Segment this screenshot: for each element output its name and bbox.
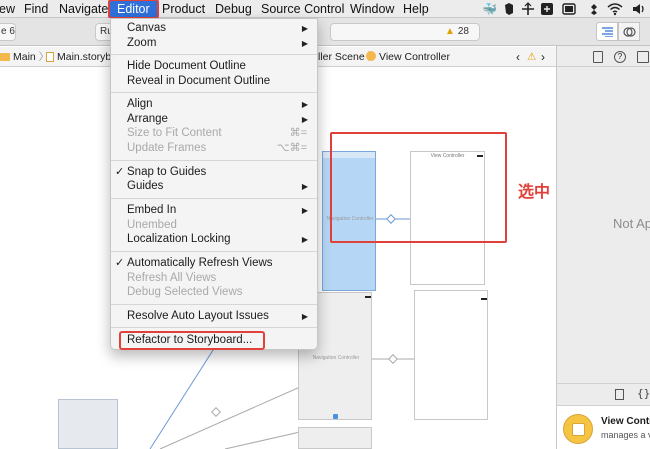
menu-separator	[111, 198, 317, 199]
shortcut-label: ⌘=	[289, 127, 307, 139]
menu-item-refresh-all-views[interactable]: Refresh All Views	[111, 271, 317, 286]
menu-item-guides[interactable]: Guides ▶	[111, 179, 317, 194]
checkmark-icon: ✓	[115, 166, 125, 178]
menu-item-resolve-auto-layout-issues[interactable]: Resolve Auto Layout Issues ▶	[111, 309, 317, 324]
battery-icon	[365, 296, 371, 298]
menu-product[interactable]: Product	[162, 0, 205, 18]
menu-editor[interactable]: Editor	[108, 0, 159, 19]
submenu-arrow-icon: ▶	[301, 182, 308, 191]
menu-item-embed-in[interactable]: Embed In ▶	[111, 203, 317, 218]
menu-window[interactable]: Window	[350, 0, 394, 18]
shortcut-label: ⌥⌘=	[276, 142, 307, 154]
standard-editor-button[interactable]	[596, 22, 618, 41]
volume-icon[interactable]	[632, 2, 646, 16]
scheme-selector[interactable]: e 6	[0, 23, 16, 41]
menu-bar: ew Find Navigate Editor Product Debug So…	[0, 0, 650, 19]
code-snippet-icon[interactable]: {}	[637, 387, 650, 400]
not-applicable-label: Not Ap	[613, 216, 650, 231]
inspector-tabs: ?	[557, 46, 650, 67]
previous-issue-chevron-icon[interactable]: ‹	[516, 47, 520, 67]
menu-separator	[111, 251, 317, 252]
nav-controller-label-2: Navigation Controller	[312, 355, 360, 361]
identity-inspector-icon[interactable]	[637, 51, 649, 63]
menu-debug[interactable]: Debug	[215, 0, 252, 18]
battery-icon	[481, 298, 487, 300]
submenu-arrow-icon: ▶	[301, 206, 308, 215]
menu-separator	[111, 160, 317, 161]
submenu-arrow-icon: ▶	[301, 100, 308, 109]
interlocking-rings-icon	[623, 27, 636, 37]
menu-item-update-frames[interactable]: Update Frames ⌥⌘=	[111, 141, 317, 156]
menu-item-snap-to-guides[interactable]: ✓ Snap to Guides	[111, 165, 317, 180]
menu-item-align[interactable]: Align ▶	[111, 97, 317, 112]
view-controller-scene-2[interactable]	[414, 290, 488, 420]
scene-partial-bottom[interactable]	[298, 427, 372, 449]
dropbox-icon[interactable]	[587, 2, 601, 16]
menu-find[interactable]: Find	[24, 0, 48, 18]
breadcrumb-file[interactable]: Main.storybo	[46, 47, 117, 67]
scheme-label: e 6	[1, 26, 15, 37]
refactor-annotation-box	[119, 331, 265, 350]
checkmark-icon: ✓	[115, 257, 125, 269]
bluetooth-grid-icon[interactable]	[540, 2, 554, 16]
menu-separator	[111, 92, 317, 93]
menu-item-debug-selected-views[interactable]: Debug Selected Views	[111, 285, 317, 300]
warning-icon: ▲	[444, 26, 455, 37]
move-icon[interactable]	[521, 2, 535, 16]
menu-item-reveal-in-document-outline[interactable]: Reveal in Document Outline	[111, 74, 317, 89]
align-lines-icon	[602, 27, 613, 37]
menu-item-unembed[interactable]: Unembed	[111, 218, 317, 233]
assistant-editor-button[interactable]	[618, 22, 640, 41]
object-library: View Contro manages a vi	[557, 405, 650, 449]
inspector-panel: ? Not Ap {} View Contro manages a vi	[556, 46, 650, 449]
menu-item-size-to-fit-content[interactable]: Size to Fit Content ⌘=	[111, 126, 317, 141]
library-tabs: {}	[557, 383, 650, 405]
selection-annotation-box	[330, 132, 507, 243]
menu-item-hide-document-outline[interactable]: Hide Document Outline	[111, 59, 317, 74]
root-scene[interactable]	[58, 399, 118, 449]
docker-whale-icon[interactable]: 🐳	[482, 2, 497, 16]
folder-icon	[0, 53, 10, 61]
menu-source-control[interactable]: Source Control	[261, 0, 344, 18]
storyboard-file-icon	[46, 52, 54, 62]
breadcrumb-folder[interactable]: Main 〉	[0, 47, 49, 67]
library-item-subtitle: manages a vi	[601, 430, 650, 440]
jump-warning-icon[interactable]: ⚠	[527, 47, 536, 67]
warning-count: 28	[457, 26, 469, 37]
view-controller-icon	[563, 414, 593, 444]
activity-status-field[interactable]: ▲ 28	[330, 23, 480, 41]
menu-item-arrange[interactable]: Arrange ▶	[111, 112, 317, 127]
menu-separator	[111, 327, 317, 328]
submenu-arrow-icon: ▶	[301, 312, 308, 321]
library-item-title[interactable]: View Contro	[601, 416, 650, 427]
submenu-arrow-icon: ▶	[301, 115, 308, 124]
view-controller-icon	[366, 51, 376, 61]
submenu-arrow-icon: ▶	[301, 24, 308, 33]
menu-item-automatically-refresh-views[interactable]: ✓ Automatically Refresh Views	[111, 256, 317, 271]
submenu-arrow-icon: ▶	[301, 39, 308, 48]
menu-help[interactable]: Help	[403, 0, 429, 18]
menu-separator	[111, 54, 317, 55]
submenu-arrow-icon: ▶	[301, 235, 308, 244]
menu-navigate[interactable]: Navigate	[59, 0, 108, 18]
editor-menu-dropdown: Canvas ▶ Zoom ▶ Hide Document Outline Reve…	[110, 18, 318, 350]
file-template-icon[interactable]	[615, 389, 624, 400]
menu-view[interactable]: ew	[0, 0, 15, 18]
help-icon[interactable]: ?	[614, 51, 626, 63]
breadcrumb-controller[interactable]: View Controller	[366, 47, 450, 67]
menu-item-canvas[interactable]: Canvas ▶	[111, 21, 317, 36]
selection-annotation-label: 选中	[518, 182, 551, 201]
toolbar: e 6 Ru ▲ 28	[0, 18, 650, 46]
menu-item-localization-locking[interactable]: Localization Locking ▶	[111, 232, 317, 247]
tab-icon	[333, 414, 338, 419]
evernote-icon[interactable]	[502, 2, 516, 16]
menu-separator	[111, 304, 317, 305]
screen-icon[interactable]	[562, 2, 576, 16]
file-inspector-icon[interactable]	[593, 51, 603, 63]
next-issue-chevron-icon[interactable]: ›	[541, 47, 545, 67]
wifi-icon[interactable]	[607, 2, 623, 16]
menu-item-zoom[interactable]: Zoom ▶	[111, 36, 317, 51]
